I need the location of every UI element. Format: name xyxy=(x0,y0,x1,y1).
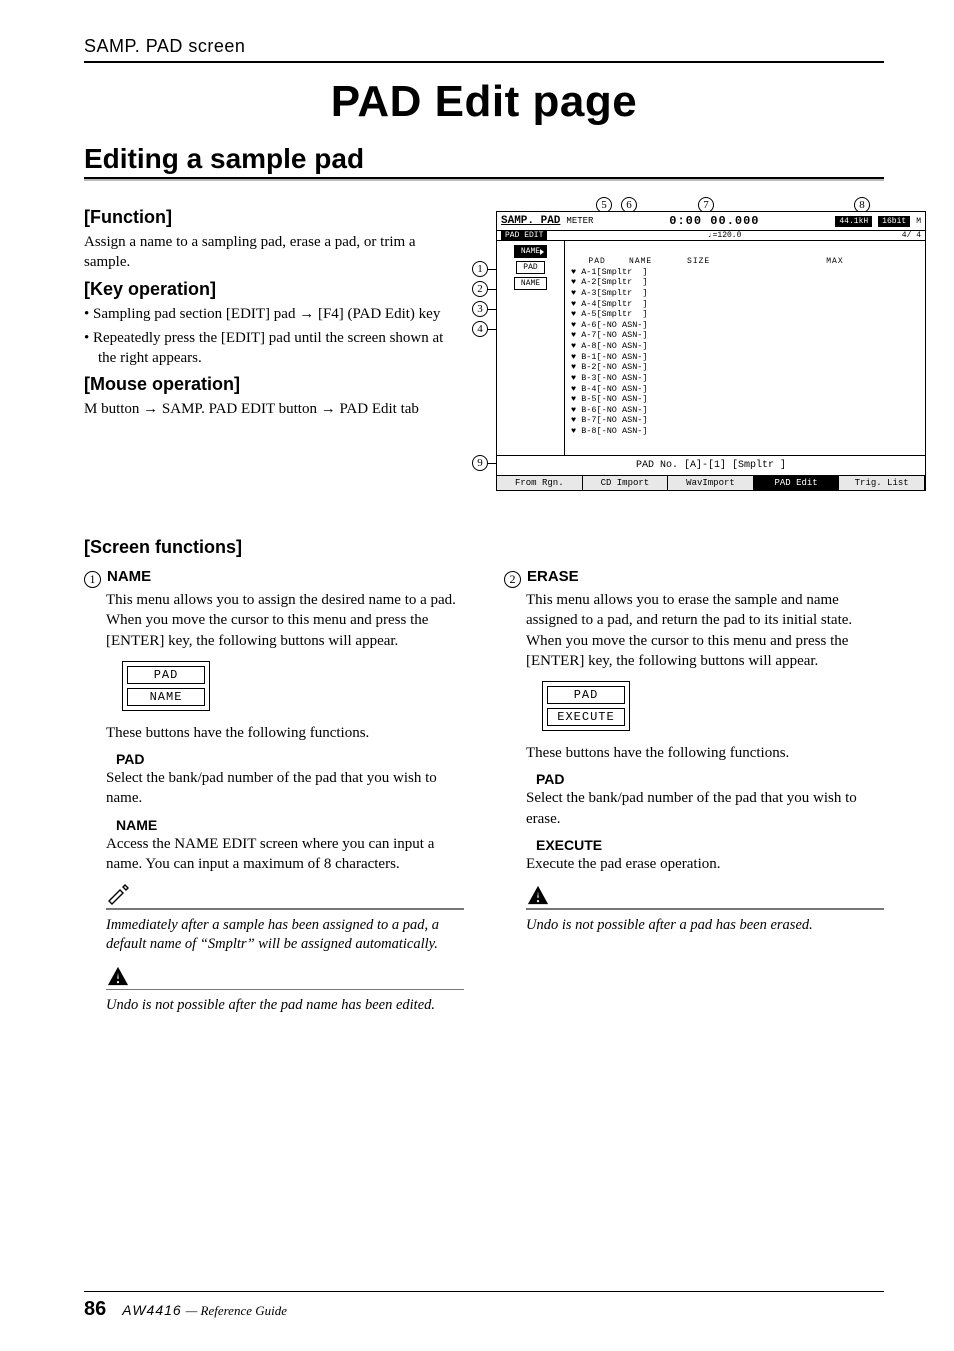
warning-icon xyxy=(526,884,552,908)
warning-icon xyxy=(106,965,132,989)
key-op-heading: [Key operation] xyxy=(84,279,454,300)
screenshot-wrap: 5 6 7 8 1 2 3 4 9 SAMP. PAD METER 0:00 0… xyxy=(476,201,926,491)
pad-button[interactable]: PAD xyxy=(547,686,625,704)
page-header: SAMP. PAD screen xyxy=(84,36,884,63)
item1-intro: This menu allows you to assign the desir… xyxy=(106,590,464,651)
item1-name-head: NAME xyxy=(116,817,464,833)
screenshot: SAMP. PAD METER 0:00 00.000 44.1kH 16bit… xyxy=(496,211,926,491)
col-left: 1NAME This menu allows you to assign the… xyxy=(84,568,464,1016)
page-title: PAD Edit page xyxy=(84,77,884,127)
item1-button-box: PAD NAME xyxy=(106,661,226,711)
pad-button[interactable]: PAD xyxy=(127,666,205,684)
callout-number: 2 xyxy=(504,571,521,588)
item1-title: 1NAME xyxy=(84,568,464,588)
tab-from-rgn[interactable]: From Rgn. xyxy=(497,476,583,490)
callout: 2 xyxy=(472,281,488,297)
item2-exec-head: EXECUTE xyxy=(536,837,884,853)
item1-name-body: Access the NAME EDIT screen where you ca… xyxy=(106,834,464,875)
tab-wavimport[interactable]: WavImport xyxy=(668,476,754,490)
bits-chip: 16bit xyxy=(878,216,910,227)
function-body: Assign a name to a sampling pad, erase a… xyxy=(84,232,454,273)
item2-title: 2ERASE xyxy=(504,568,884,588)
item2-pad-body: Select the bank/pad number of the pad th… xyxy=(526,788,884,829)
pad-button[interactable]: PAD xyxy=(516,261,544,274)
callout-number: 1 xyxy=(84,571,101,588)
screen-functions-heading: [Screen functions] xyxy=(84,537,884,558)
samplerate-chip: 44.1kH xyxy=(835,216,872,227)
warn-block: Undo is not possible after a pad has bee… xyxy=(526,884,884,935)
name-button[interactable]: NAME xyxy=(514,277,547,290)
tab-bar: From Rgn. CD Import WavImport PAD Edit T… xyxy=(497,475,925,490)
warn-text: Undo is not possible after a pad has bee… xyxy=(526,916,884,936)
mouse-op-heading: [Mouse operation] xyxy=(84,374,454,395)
warn-text: Undo is not possible after the pad name … xyxy=(106,996,464,1016)
sidebar: NAME PAD NAME xyxy=(497,241,565,455)
name-button[interactable]: NAME xyxy=(127,688,205,706)
section-title: Editing a sample pad xyxy=(84,143,884,175)
callout: 4 xyxy=(472,321,488,337)
meter-label: METER xyxy=(566,216,593,226)
col-right: 2ERASE This menu allows you to erase the… xyxy=(504,568,884,1016)
item2-exec-body: Execute the pad erase operation. xyxy=(526,854,884,874)
item2-button-box: PAD EXECUTE xyxy=(526,681,646,731)
callout: 1 xyxy=(472,261,488,277)
breadcrumb: SAMP. PAD screen xyxy=(84,36,245,56)
page-footer: 86 AW4416 — Reference Guide xyxy=(84,1291,884,1321)
rule xyxy=(84,177,884,181)
item2-caption: These buttons have the following functio… xyxy=(526,743,884,763)
mouse-op-body: M button → SAMP. PAD EDIT button → PAD E… xyxy=(84,399,454,420)
item1-caption: These buttons have the following functio… xyxy=(106,723,464,743)
execute-button[interactable]: EXECUTE xyxy=(547,708,625,726)
reference-label: — Reference Guide xyxy=(186,1303,287,1318)
item1-pad-body: Select the bank/pad number of the pad th… xyxy=(106,768,464,809)
time-counter: 0:00 00.000 xyxy=(599,214,829,228)
item2-intro: This menu allows you to erase the sample… xyxy=(526,590,884,671)
callout: 9 xyxy=(472,455,488,471)
item1-pad-head: PAD xyxy=(116,751,464,767)
status-bar: PAD No. [A]-[1] [Smpltr ] xyxy=(497,455,925,475)
name-menu-button[interactable]: NAME xyxy=(514,245,547,258)
tip-block: Immediately after a sample has been assi… xyxy=(106,884,464,955)
pad-list: PAD NAME SIZE MAX ♥ A-1[Smpltr ] ♥ A-2[S… xyxy=(565,241,925,455)
app-name: SAMP. PAD xyxy=(501,215,560,227)
key-op-item: Repeatedly press the [EDIT] pad until th… xyxy=(84,328,454,369)
screenshot-titlebar: SAMP. PAD METER 0:00 00.000 44.1kH 16bit… xyxy=(497,212,925,231)
tab-pad-edit[interactable]: PAD Edit xyxy=(754,476,840,490)
product-name: AW4416 xyxy=(122,1302,181,1318)
function-heading: [Function] xyxy=(84,207,454,228)
key-op-item: Sampling pad section [EDIT] pad → [F4] (… xyxy=(84,304,454,324)
tab-trig-list[interactable]: Trig. List xyxy=(839,476,925,490)
key-op-list: Sampling pad section [EDIT] pad → [F4] (… xyxy=(84,304,454,369)
tab-cd-import[interactable]: CD Import xyxy=(583,476,669,490)
item2-pad-head: PAD xyxy=(536,771,884,787)
pencil-icon xyxy=(106,884,132,908)
subapp-name: PAD EDIT xyxy=(501,231,547,240)
callout: 3 xyxy=(472,301,488,317)
m-icon: M xyxy=(916,217,921,226)
tip-text: Immediately after a sample has been assi… xyxy=(106,916,464,955)
warn-block: Undo is not possible after the pad name … xyxy=(106,965,464,1016)
tempo: ♩=120.0 xyxy=(708,231,742,240)
timesig: 4/ 4 xyxy=(902,231,921,240)
page-number: 86 xyxy=(84,1298,106,1321)
